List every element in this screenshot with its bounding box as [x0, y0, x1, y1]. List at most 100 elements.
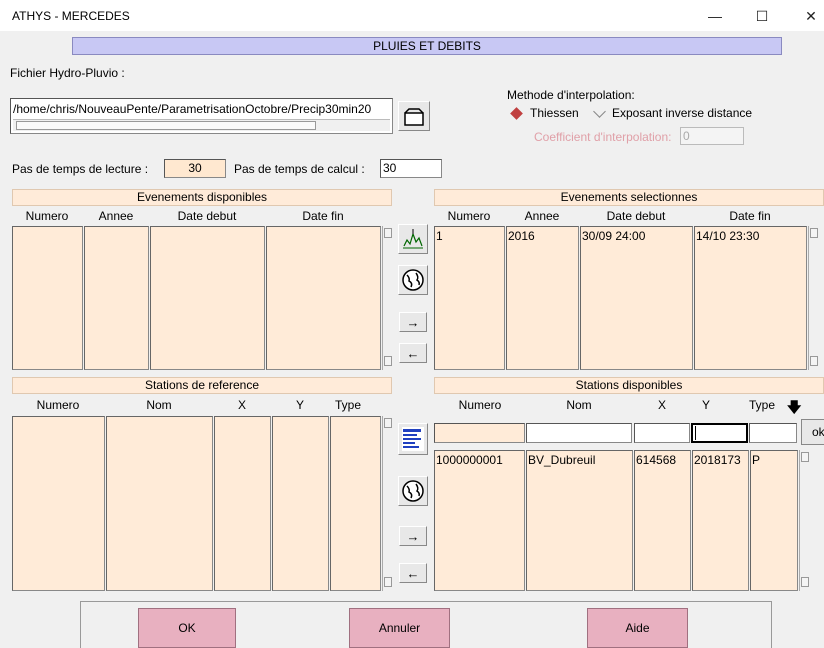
arrow-right-icon: →	[406, 528, 420, 544]
section-title: PLUIES ET DEBITS	[72, 37, 782, 55]
browse-folder-button[interactable]	[398, 101, 430, 131]
ref-numero-col[interactable]	[12, 416, 105, 591]
ref-col-header-numero: Numero	[36, 398, 80, 412]
hydrograph-button[interactable]	[398, 224, 428, 254]
filter-ok-button[interactable]: ok	[801, 419, 824, 445]
globe-icon	[402, 480, 424, 502]
sel-col-header-date-debut: Date debut	[606, 209, 666, 223]
filter-x-input[interactable]	[634, 423, 690, 443]
sel-col-header-annee: Annee	[524, 209, 560, 223]
calc-timestep-field[interactable]: 30	[380, 159, 442, 178]
ref-x-col[interactable]	[214, 416, 271, 591]
calc-timestep-label: Pas de temps de calcul :	[234, 162, 365, 176]
events-selected-annee-col[interactable]: 2016	[506, 226, 579, 370]
avail-nom-col[interactable]: BV_Dubreuil	[526, 450, 633, 591]
globe-button-events[interactable]	[398, 265, 428, 295]
events-selected-fin-col[interactable]: 14/10 23:30	[694, 226, 807, 370]
col-header-numero: Numero	[25, 209, 69, 223]
ok-button[interactable]: OK	[138, 608, 236, 648]
file-path-field[interactable]: /home/chris/NouveauPente/Parametrisation…	[10, 98, 393, 134]
events-selected-scrollbar[interactable]	[808, 226, 819, 370]
globe-button-stations[interactable]	[398, 476, 428, 506]
avail-col-header-nom: Nom	[566, 398, 592, 412]
ref-y-col[interactable]	[272, 416, 329, 591]
arrow-left-icon: ←	[406, 565, 420, 581]
sel-col-header-date-fin: Date fin	[729, 209, 771, 223]
ref-scrollbar[interactable]	[382, 416, 393, 591]
read-timestep-label: Pas de temps de lecture :	[12, 162, 149, 176]
ref-type-col[interactable]	[330, 416, 381, 591]
col-header-date-debut: Date debut	[177, 209, 237, 223]
filter-nom-input[interactable]	[526, 423, 632, 443]
avail-x-col[interactable]: 614568	[634, 450, 691, 591]
file-path-text: /home/chris/NouveauPente/Parametrisation…	[13, 102, 372, 116]
list-icon	[402, 427, 424, 451]
event-annee-cell[interactable]: 2016	[508, 229, 535, 243]
avail-scrollbar[interactable]	[799, 450, 810, 591]
ref-col-header-nom: Nom	[146, 398, 172, 412]
station-type-cell[interactable]: P	[752, 453, 760, 467]
remove-event-button[interactable]: ←	[399, 343, 427, 363]
inverse-distance-label: Exposant inverse distance	[612, 106, 753, 120]
events-available-header: Evenements disponibles	[12, 189, 392, 206]
text-cursor	[695, 426, 696, 440]
col-header-date-fin: Date fin	[302, 209, 344, 223]
events-available-fin-col[interactable]	[266, 226, 381, 370]
remove-station-button[interactable]: ←	[399, 563, 427, 583]
ref-nom-col[interactable]	[106, 416, 213, 591]
event-fin-cell[interactable]: 14/10 23:30	[696, 229, 759, 243]
file-path-scrollbar[interactable]	[13, 119, 390, 131]
folder-icon	[404, 108, 424, 126]
interpolation-label: Methode d'interpolation:	[507, 88, 635, 102]
minimize-button[interactable]: —	[700, 3, 730, 29]
station-y-cell[interactable]: 2018173	[694, 453, 741, 467]
hydrograph-icon	[403, 229, 423, 249]
station-nom-cell[interactable]: BV_Dubreuil	[528, 453, 595, 467]
avail-type-col[interactable]: P	[750, 450, 798, 591]
events-available-numero-col[interactable]	[12, 226, 83, 370]
help-button[interactable]: Aide	[587, 608, 688, 648]
filter-y-input[interactable]	[691, 423, 748, 443]
avail-col-header-numero: Numero	[458, 398, 502, 412]
thiessen-label: Thiessen	[530, 106, 579, 120]
ref-col-header-type: Type	[334, 398, 361, 412]
coefficient-field[interactable]: 0	[680, 127, 744, 145]
events-available-debut-col[interactable]	[150, 226, 265, 370]
file-label: Fichier Hydro-Pluvio :	[10, 66, 125, 80]
events-selected-numero-col[interactable]: 1	[434, 226, 505, 370]
scroll-thumb[interactable]	[16, 121, 316, 130]
col-header-annee: Annee	[98, 209, 134, 223]
sort-down-icon[interactable]: 🡇	[787, 397, 801, 421]
event-numero-cell[interactable]: 1	[436, 229, 443, 243]
coefficient-label: Coefficient d'interpolation:	[534, 130, 672, 144]
event-debut-cell[interactable]: 30/09 24:00	[582, 229, 645, 243]
maximize-button[interactable]: ☐	[747, 3, 777, 29]
stations-available-header: Stations disponibles	[434, 377, 824, 394]
station-x-cell[interactable]: 614568	[636, 453, 676, 467]
list-button[interactable]	[398, 423, 428, 455]
events-selected-debut-col[interactable]: 30/09 24:00	[580, 226, 693, 370]
filter-numero-input[interactable]	[434, 423, 525, 443]
avail-col-header-type: Type	[748, 398, 775, 412]
stations-reference-header: Stations de reference	[12, 377, 392, 394]
arrow-left-icon: ←	[406, 345, 420, 361]
avail-numero-col[interactable]: 1000000001	[434, 450, 525, 591]
add-event-button[interactable]: →	[399, 312, 427, 332]
window-title: ATHYS - MERCEDES	[12, 9, 130, 23]
title-bar: ATHYS - MERCEDES — ☐ ✕	[0, 0, 824, 31]
add-station-button[interactable]: →	[399, 526, 427, 546]
arrow-right-icon: →	[406, 314, 420, 330]
events-selected-header: Evenements selectionnes	[434, 189, 824, 206]
ref-col-header-x: X	[237, 398, 246, 412]
avail-col-header-y: Y	[701, 398, 710, 412]
cancel-button[interactable]: Annuler	[349, 608, 450, 648]
filter-type-input[interactable]	[749, 423, 797, 443]
events-available-scrollbar[interactable]	[382, 226, 393, 370]
sel-col-header-numero: Numero	[447, 209, 491, 223]
read-timestep-field[interactable]: 30	[164, 159, 226, 178]
events-available-annee-col[interactable]	[84, 226, 149, 370]
globe-icon	[402, 269, 424, 291]
close-button[interactable]: ✕	[796, 3, 824, 29]
avail-y-col[interactable]: 2018173	[692, 450, 749, 591]
station-numero-cell[interactable]: 1000000001	[436, 453, 503, 467]
